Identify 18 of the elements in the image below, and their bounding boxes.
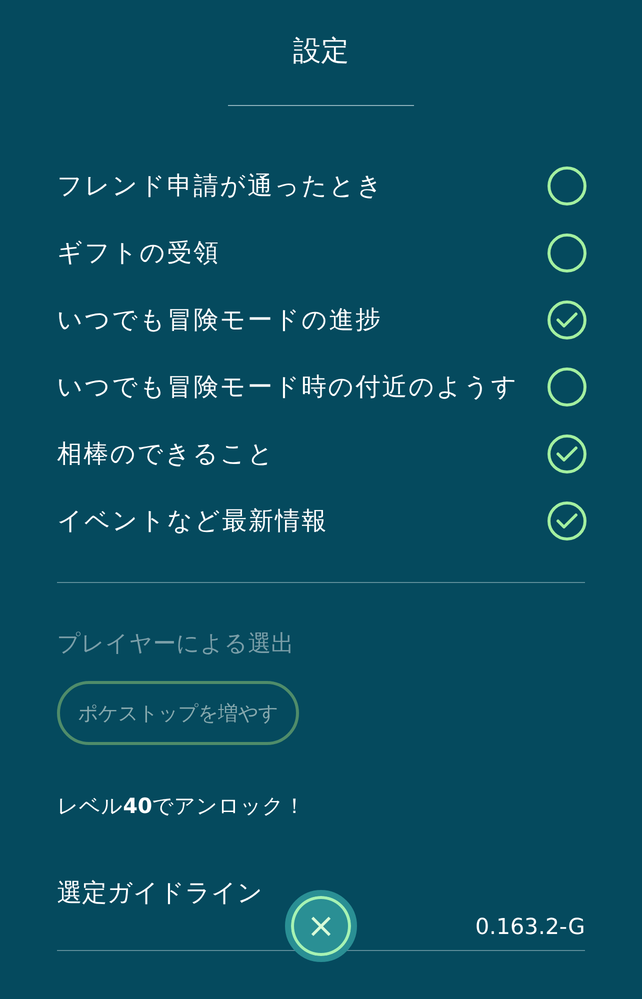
checkbox[interactable]: [547, 434, 587, 474]
checkbox[interactable]: [547, 166, 587, 206]
checkbox[interactable]: [547, 366, 587, 406]
notification-label: フレンド申請が通ったとき: [57, 170, 384, 202]
version-text: 0.163.2-G: [475, 914, 585, 942]
close-button[interactable]: ×: [285, 890, 357, 962]
checkbox[interactable]: [547, 300, 587, 340]
page-title: 設定: [292, 33, 350, 69]
notification-label: 相棒のできること: [57, 438, 275, 470]
checkbox[interactable]: [547, 500, 587, 540]
notification-label: いつでも冒険モード時の付近のようす: [57, 370, 518, 403]
notification-label: いつでも冒険モードの進捗: [57, 304, 382, 336]
notification-label: イベントなど最新情報: [57, 504, 328, 537]
checkbox[interactable]: [547, 232, 587, 272]
guidelines-link[interactable]: 選定ガイドライン: [57, 874, 263, 912]
unlock-note: レベル40でアンロック！: [57, 792, 306, 820]
notification-label: ギフトの受領: [57, 236, 220, 269]
section-heading: プレイヤーによる選出: [57, 631, 295, 659]
